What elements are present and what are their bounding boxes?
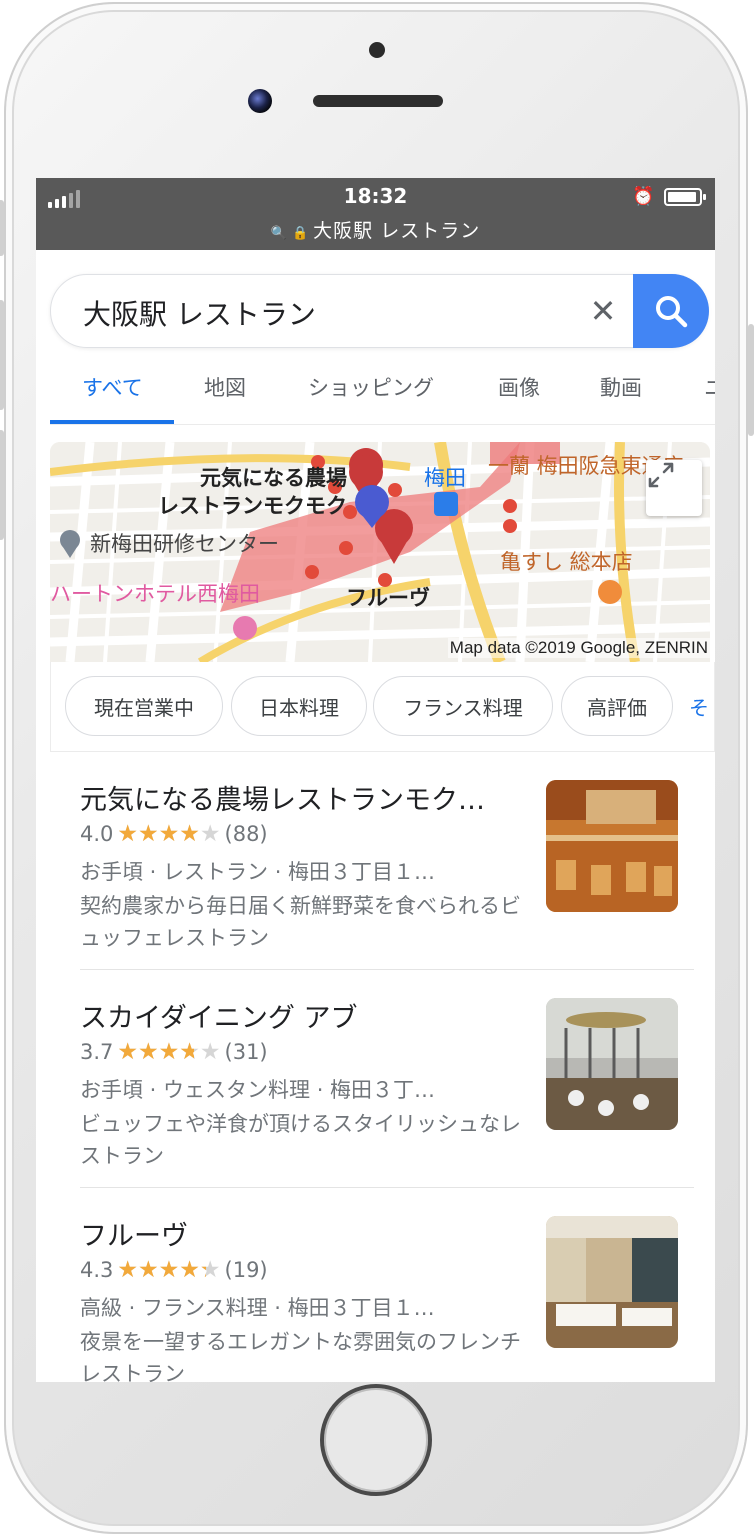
restaurant-photo[interactable] <box>546 780 678 912</box>
tab-news[interactable]: ニ <box>704 372 715 402</box>
clock: 18:32 <box>343 184 408 208</box>
search-tabs: すべて 地図 ショッピング 画像 動画 ニ <box>50 364 715 425</box>
battery-icon <box>664 188 706 206</box>
tab-maps[interactable]: 地図 <box>204 372 246 402</box>
restaurant-photo[interactable] <box>546 998 678 1130</box>
result-meta: 高級 · フランス料理 · 梅田３丁目１… <box>80 1296 435 1320</box>
search-icon: 🔍 <box>270 226 288 241</box>
review-count: (19) <box>224 1258 268 1282</box>
rating-value: 4.0 <box>80 822 114 846</box>
result-description: 契約農家から毎日届く新鮮野菜を食べられるビュッフェレストラン <box>80 894 521 950</box>
expand-icon <box>648 462 674 488</box>
active-tab-indicator <box>50 420 174 424</box>
result-meta: お手頃 · レストラン · 梅田３丁目１… <box>80 860 436 884</box>
tab-all[interactable]: すべて <box>82 372 143 402</box>
search-button[interactable] <box>633 274 709 348</box>
map-label-hearton: ハートンホテル西梅田 <box>50 582 260 606</box>
volume-down-button <box>0 430 4 540</box>
expand-map-button[interactable] <box>646 460 702 516</box>
review-count: (88) <box>224 822 268 846</box>
result-title[interactable]: 元気になる農場レストランモク… <box>80 778 485 817</box>
result-rating: 3.7 ★★★★★★★★★★ (31) <box>80 1040 268 1064</box>
rating-value: 3.7 <box>80 1040 114 1064</box>
chip-open-now[interactable]: 現在営業中 <box>65 676 223 736</box>
star-rating-icon: ★★★★★★★★★★ <box>117 1256 221 1283</box>
rating-value: 4.3 <box>80 1258 114 1282</box>
search-icon <box>656 296 688 328</box>
address-bar[interactable]: 🔍 🔒 大阪駅 レストラン <box>36 216 715 243</box>
star-rating-icon: ★★★★★★★★★★ <box>117 1038 221 1065</box>
filter-chips: 現在営業中 日本料理 フランス料理 高評価 そ <box>50 662 715 752</box>
map-preview[interactable]: 元気になる農場 レストランモクモク 梅田 一蘭 梅田阪急東通店 新梅田研修センタ… <box>50 442 710 662</box>
restaurant-photo[interactable] <box>546 1216 678 1348</box>
result-description: 夜景を一望するエレガントな雰囲気のフレンチレストラン <box>80 1330 521 1382</box>
result-divider <box>80 969 694 970</box>
chip-top-rated[interactable]: 高評価 <box>561 676 673 736</box>
star-rating-icon: ★★★★★★★★★★ <box>117 820 221 847</box>
result-divider <box>80 1187 694 1188</box>
earpiece-speaker <box>313 95 443 107</box>
map-label-umeda: 梅田 <box>424 466 466 490</box>
tab-shopping[interactable]: ショッピング <box>308 372 434 402</box>
volume-up-button <box>0 300 4 410</box>
search-input[interactable]: 大阪駅 レストラン <box>83 293 316 333</box>
clear-icon[interactable]: ✕ <box>579 287 627 335</box>
search-box[interactable]: 大阪駅 レストラン ✕ <box>50 274 709 348</box>
proximity-sensor <box>369 42 385 58</box>
home-button[interactable] <box>320 1384 432 1496</box>
alarm-icon: ⏰ <box>632 186 655 207</box>
front-camera <box>248 89 272 113</box>
map-label-kamesushi: 亀すし 総本店 <box>500 550 633 574</box>
address-bar-text: 大阪駅 レストラン <box>313 220 481 242</box>
result-description: ビュッフェや洋食が頂けるスタイリッシュなレストラン <box>80 1112 521 1168</box>
status-bar: 18:32 🔍 🔒 大阪駅 レストラン ⏰ <box>36 178 715 250</box>
map-label-fleuve: フルーヴ <box>346 586 430 610</box>
result-rating: 4.0 ★★★★★★★★★★ (88) <box>80 822 268 846</box>
chip-french[interactable]: フランス料理 <box>373 676 553 736</box>
mute-switch <box>0 200 4 256</box>
tab-videos[interactable]: 動画 <box>600 372 642 402</box>
review-count: (31) <box>224 1040 268 1064</box>
lock-icon: 🔒 <box>291 226 310 241</box>
map-label-genki: 元気になる農場 <box>200 466 347 490</box>
tab-images[interactable]: 画像 <box>498 372 540 402</box>
result-rating: 4.3 ★★★★★★★★★★ (19) <box>80 1258 268 1282</box>
map-label-genki-2: レストランモクモク <box>158 494 347 518</box>
screen: 18:32 🔍 🔒 大阪駅 レストラン ⏰ 大阪駅 レストラン ✕ すべて 地図 シ… <box>36 178 715 1382</box>
map-attribution: Map data ©2019 Google, ZENRIN <box>447 638 710 658</box>
chip-japanese[interactable]: 日本料理 <box>231 676 367 736</box>
map-label-shinumeda: 新梅田研修センター <box>90 532 279 556</box>
result-title[interactable]: スカイダイニング アブ <box>80 996 358 1035</box>
chip-more[interactable]: そ <box>689 692 709 721</box>
result-meta: お手頃 · ウェスタン料理 · 梅田３丁… <box>80 1078 436 1102</box>
result-title[interactable]: フルーヴ <box>80 1214 188 1253</box>
power-button <box>748 324 754 436</box>
